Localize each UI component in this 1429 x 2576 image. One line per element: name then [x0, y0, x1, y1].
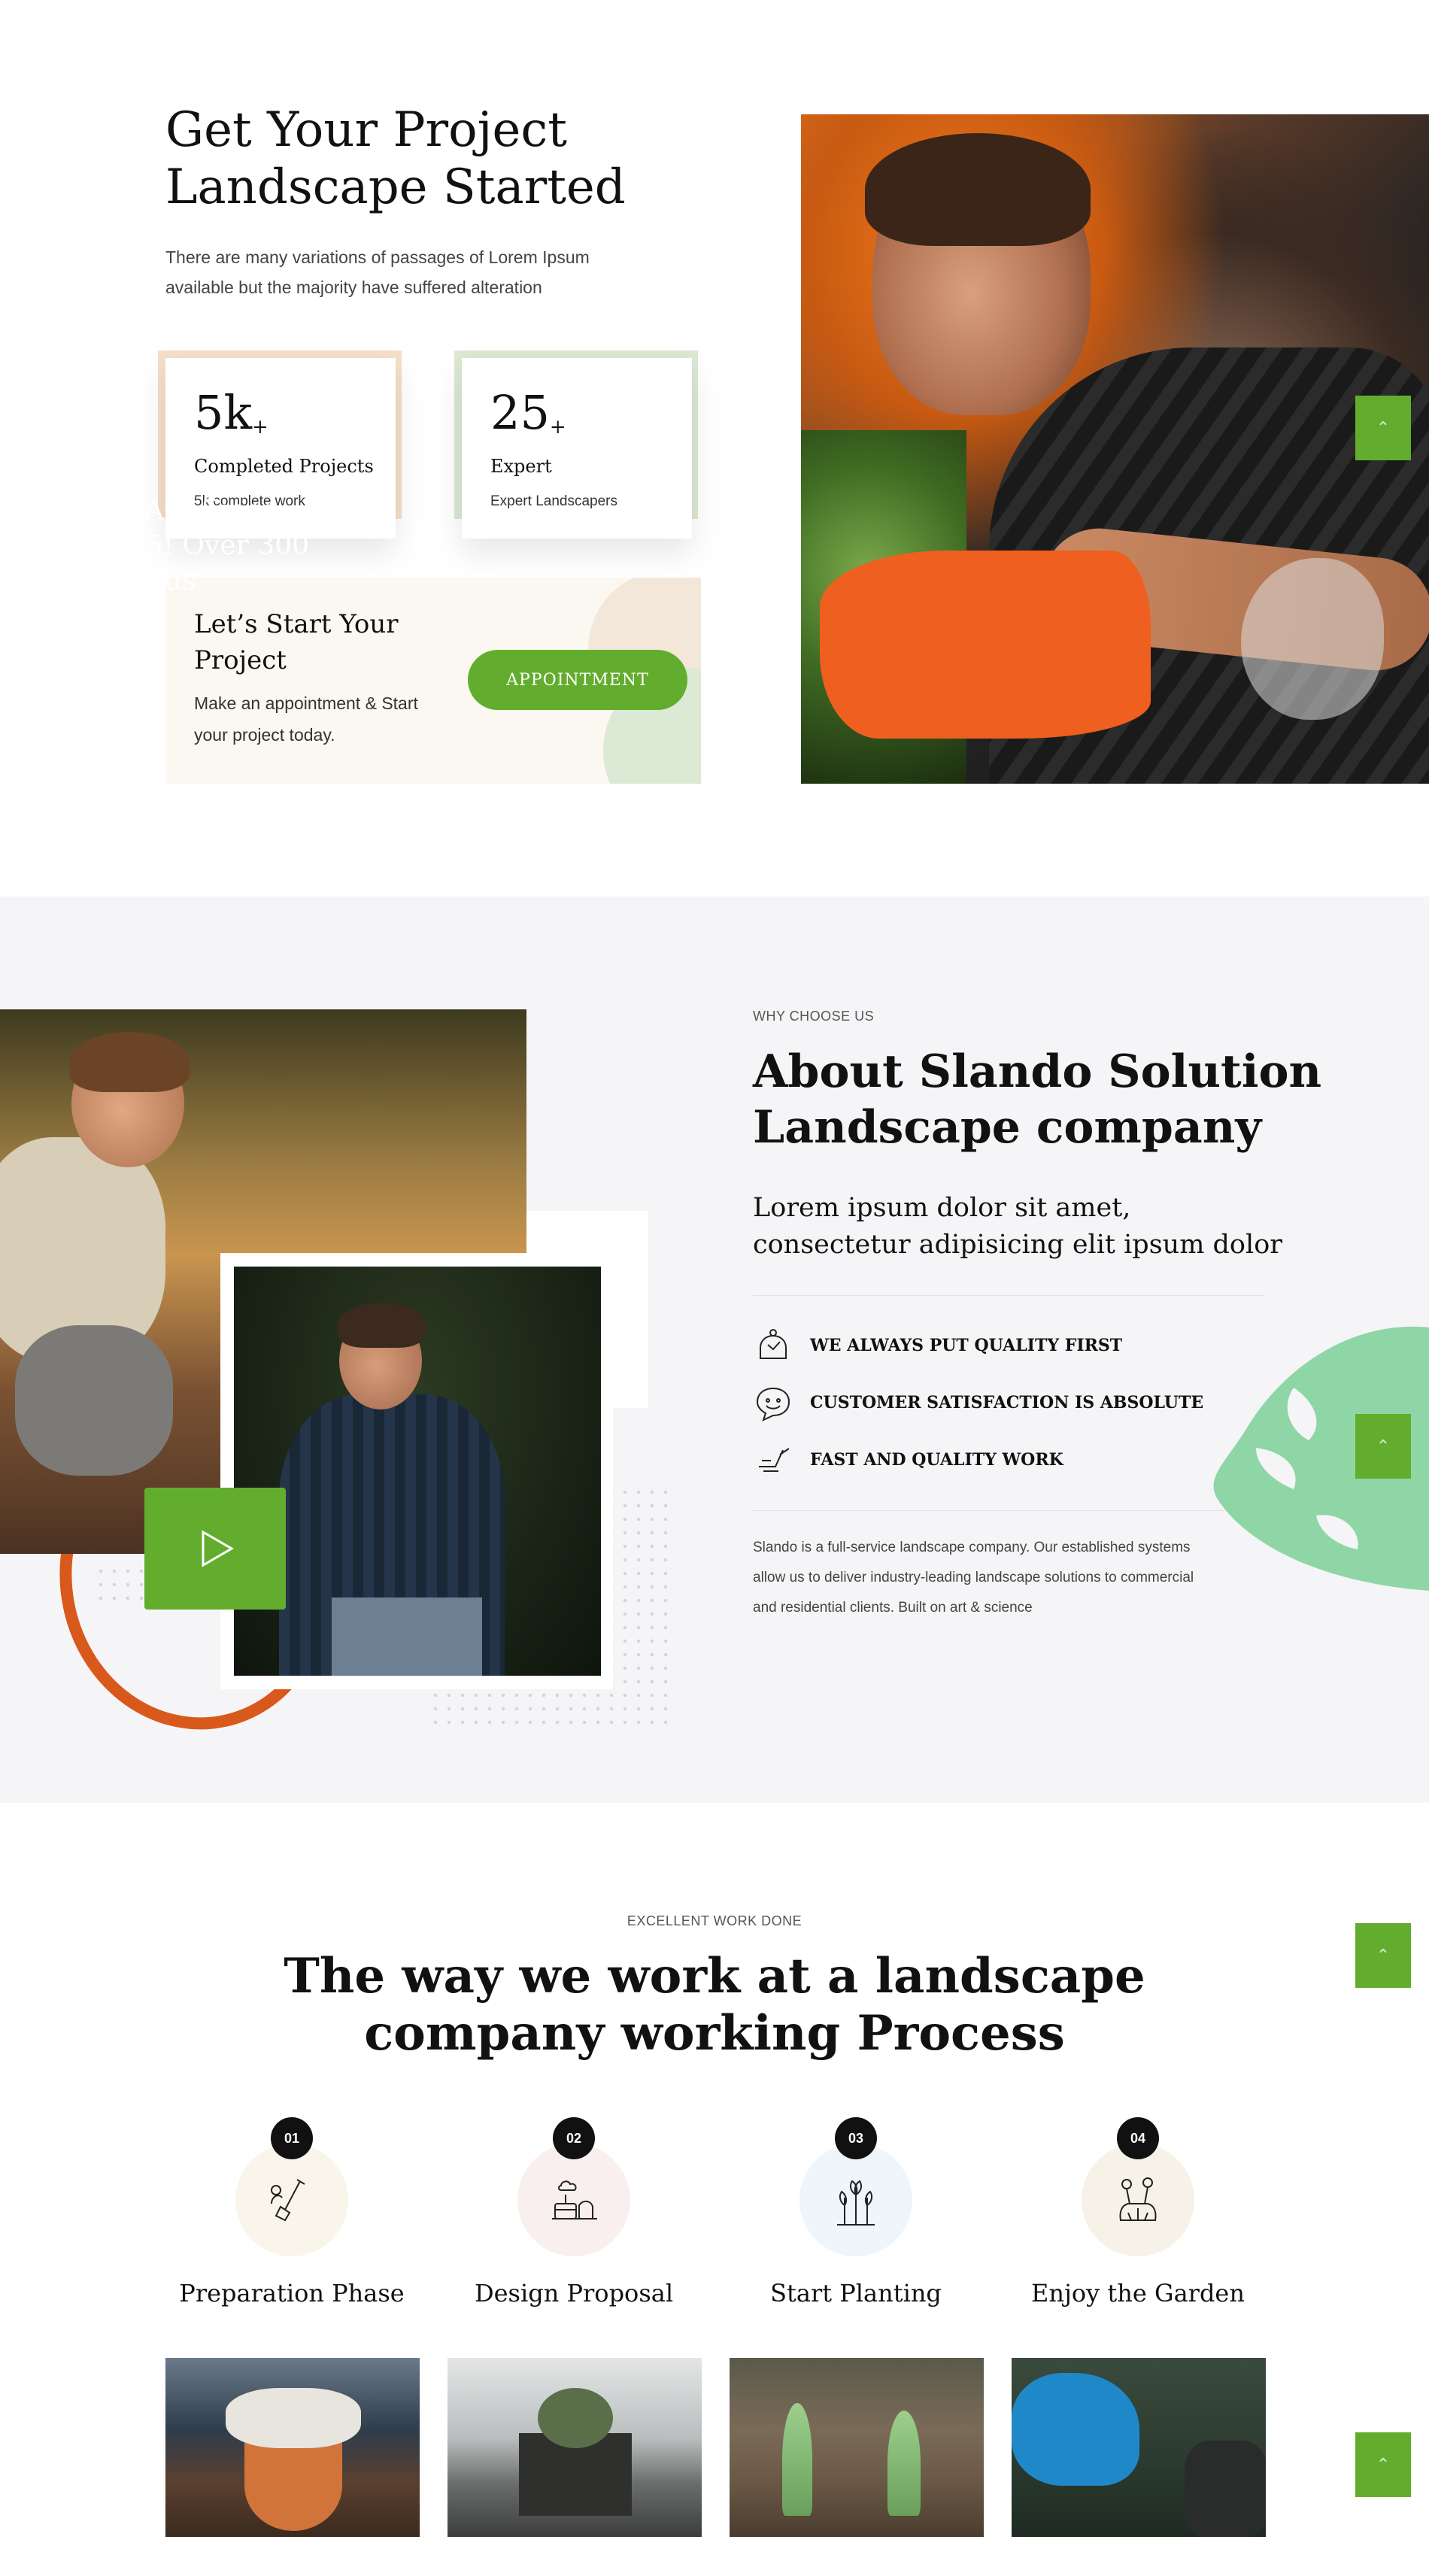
cta-title: Let’s Start Your Project: [194, 609, 399, 675]
step-number: 02: [553, 2117, 595, 2159]
seedling-image-region: [887, 2411, 921, 2516]
scroll-top-button[interactable]: ⌃: [1355, 2432, 1411, 2497]
feature-label: FAST AND QUALITY WORK: [810, 1450, 1063, 1470]
step-title: Design Proposal: [474, 2279, 674, 2307]
stat-card-experts: 25+ Expert Expert Landscapers: [462, 358, 692, 539]
step-icon-circle: [235, 2144, 348, 2256]
legs-image-region: [15, 1325, 173, 1476]
seedling-image-region: [782, 2403, 812, 2516]
gardener-standing-photo: [234, 1267, 601, 1676]
step-photo-enjoy: [1012, 2358, 1266, 2537]
play-icon: [202, 1530, 234, 1567]
hands-image-region: [226, 2388, 361, 2448]
chevron-up-icon: ⌃: [1376, 1437, 1391, 1455]
about-title: About Slando Solution Landscape company: [753, 1045, 1322, 1154]
step-title: Preparation Phase: [179, 2279, 405, 2307]
wheat-plant-icon: [837, 2180, 875, 2226]
quality-hand-icon: [760, 1329, 787, 1359]
dot-pattern-decoration: [94, 1564, 147, 1610]
hero-text-line2: available but the majority have suffered…: [165, 278, 542, 297]
hair-image-region: [338, 1303, 425, 1348]
divider: [753, 1510, 1264, 1511]
step-title: Start Planting: [770, 2279, 942, 2307]
pants-image-region: [332, 1597, 482, 1676]
awards-badge-text: We Are Since 2005! Over 300 Awards: [94, 495, 310, 596]
process-title: The way we work at a landscape company wo…: [284, 1948, 1145, 2062]
feature-item: CUSTOMER SATISFACTION IS ABSOLUTE: [753, 1380, 1203, 1425]
scroll-top-button[interactable]: ⌃: [1355, 1414, 1411, 1479]
hair-image-region: [69, 1032, 190, 1092]
step-number: 01: [271, 2117, 313, 2159]
pot-image-region: [244, 2441, 342, 2531]
shovel-icon: [271, 2179, 305, 2222]
step-icon-circle: [1082, 2144, 1194, 2256]
pot-image-region: [1185, 2441, 1266, 2537]
step-photo-design: [448, 2358, 702, 2537]
cta-text: Make an appointment & Start your project …: [194, 693, 418, 745]
section-kicker: EXCELLENT WORK DONE: [627, 1913, 802, 1928]
stat-number: 5k+: [194, 385, 269, 440]
feature-label: WE ALWAYS PUT QUALITY FIRST: [810, 1336, 1123, 1355]
hero-title-line2: Landscape Started: [165, 159, 626, 215]
scroll-top-button[interactable]: ⌃: [1355, 396, 1411, 460]
hero-text-line1: There are many variations of passages of…: [165, 247, 590, 267]
step-number: 03: [835, 2117, 877, 2159]
appointment-button[interactable]: APPOINTMENT: [468, 650, 687, 710]
stat-number: 25+: [490, 385, 566, 440]
hero-gardener-photo: [801, 114, 1429, 784]
satisfaction-chat-icon: [756, 1387, 790, 1422]
flowers-icon: [1119, 2177, 1157, 2221]
scroll-top-button[interactable]: ⌃: [1355, 1923, 1411, 1988]
garden-design-icon: [552, 2180, 597, 2219]
step-photo-planting: [730, 2358, 984, 2537]
step-icon-circle: [799, 2144, 912, 2256]
fast-work-icon: [759, 1448, 790, 1472]
section-kicker: WHY CHOOSE US: [753, 1009, 875, 1024]
divider: [753, 1295, 1264, 1296]
feature-item: FAST AND QUALITY WORK: [753, 1437, 1063, 1482]
chevron-up-icon: ⌃: [1376, 418, 1391, 437]
about-body: Slando is a full-service landscape compa…: [753, 1540, 1194, 1616]
stat-label: Completed Projects: [194, 456, 374, 477]
chevron-up-icon: ⌃: [1376, 2455, 1391, 2474]
hero-title: Get Your Project Landscape Started: [165, 102, 782, 216]
step-photo-preparation: [165, 2358, 420, 2537]
hero-text: There are many variations of passages of…: [165, 242, 662, 302]
awards-badge: [820, 551, 1151, 739]
watering-can-image-region: [1012, 2373, 1139, 2486]
chevron-up-icon: ⌃: [1376, 1946, 1391, 1965]
stat-sub: Expert Landscapers: [490, 493, 617, 509]
step-title: Enjoy the Garden: [1031, 2279, 1245, 2307]
leaf-decoration: [1241, 558, 1384, 720]
about-lead: Lorem ipsum dolor sit amet, consectetur a…: [753, 1193, 1282, 1260]
play-video-button[interactable]: [144, 1488, 286, 1610]
feature-item: WE ALWAYS PUT QUALITY FIRST: [753, 1323, 1122, 1368]
step-number: 04: [1117, 2117, 1159, 2159]
plant-image-region: [538, 2388, 613, 2448]
appointment-cta: Let’s Start Your Project Make an appointm…: [165, 578, 701, 784]
hero-title-line1: Get Your Project: [165, 102, 567, 158]
stat-label: Expert: [490, 456, 552, 477]
step-icon-circle: [517, 2144, 630, 2256]
feature-label: CUSTOMER SATISFACTION IS ABSOLUTE: [810, 1393, 1204, 1412]
hair-image-region: [865, 133, 1091, 246]
